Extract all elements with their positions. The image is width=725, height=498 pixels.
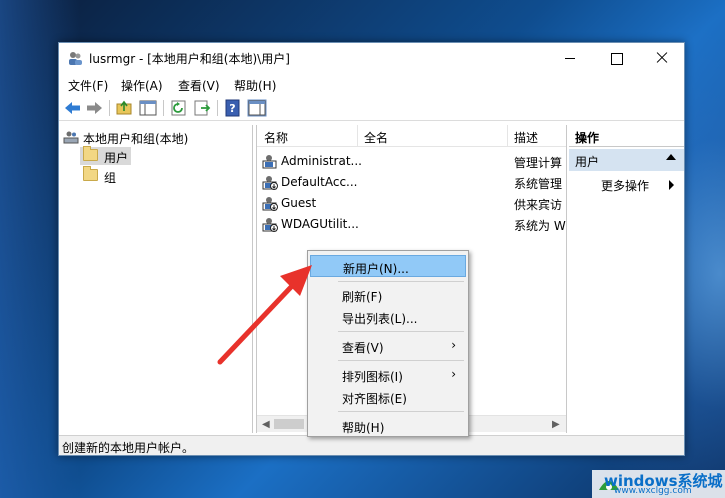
actions-section-label: 用户 bbox=[575, 155, 600, 169]
ctx-arrange-icons[interactable]: 排列图标(I) › bbox=[310, 364, 466, 386]
ctx-item-label: 新用户(N)... bbox=[343, 262, 409, 276]
submenu-arrow-icon bbox=[669, 180, 674, 190]
user-disabled-icon bbox=[262, 218, 278, 232]
user-description: 管理计算 bbox=[514, 156, 563, 170]
tree-root-label: 本地用户和组(本地) bbox=[83, 132, 189, 146]
user-description: 供来宾访 bbox=[514, 198, 563, 212]
tree-pane: 本地用户和组(本地) 用户 组 bbox=[60, 125, 253, 433]
actions-section-users[interactable]: 用户 bbox=[569, 149, 684, 171]
export-list-icon[interactable] bbox=[192, 99, 212, 117]
column-name[interactable]: 名称 bbox=[264, 129, 288, 146]
ctx-separator bbox=[338, 331, 464, 332]
ctx-view[interactable]: 查看(V) › bbox=[310, 335, 466, 357]
ctx-separator bbox=[338, 281, 464, 282]
ctx-item-label: 帮助(H) bbox=[342, 421, 385, 435]
ctx-line-up-icons[interactable]: 对齐图标(E) bbox=[310, 386, 466, 408]
close-button[interactable] bbox=[639, 43, 685, 73]
submenu-chevron-icon: › bbox=[451, 338, 456, 352]
column-fullname[interactable]: 全名 bbox=[364, 129, 388, 146]
column-divider[interactable] bbox=[507, 125, 508, 147]
show-action-pane-icon[interactable] bbox=[247, 99, 267, 117]
more-actions-label: 更多操作 bbox=[601, 179, 650, 193]
user-name: Administrat... bbox=[281, 154, 362, 168]
submenu-chevron-icon: › bbox=[451, 367, 456, 381]
user-row[interactable]: Administrat... 管理计算 bbox=[257, 151, 566, 171]
tree-item-groups[interactable]: 组 bbox=[80, 166, 131, 185]
user-description: 系统管理 bbox=[514, 177, 563, 191]
user-name: DefaultAcc... bbox=[281, 175, 358, 189]
svg-text:?: ? bbox=[229, 102, 235, 115]
scrollbar-thumb[interactable] bbox=[274, 419, 304, 429]
menu-view[interactable]: 查看(V) bbox=[178, 77, 220, 94]
list-header: 名称 全名 描述 bbox=[257, 125, 566, 147]
watermark-url: www.wxclgg.com bbox=[614, 486, 692, 496]
help-icon[interactable]: ? bbox=[223, 99, 243, 117]
toolbar-separator bbox=[163, 100, 164, 116]
ctx-item-label: 对齐图标(E) bbox=[342, 392, 407, 406]
ctx-item-label: 刷新(F) bbox=[342, 290, 383, 304]
ctx-item-label: 查看(V) bbox=[342, 341, 384, 355]
ctx-new-user[interactable]: 新用户(N)... bbox=[310, 255, 466, 277]
ctx-export-list[interactable]: 导出列表(L)... bbox=[310, 306, 466, 328]
user-icon bbox=[262, 155, 277, 169]
column-description[interactable]: 描述 bbox=[514, 129, 538, 146]
ctx-separator bbox=[338, 411, 464, 412]
maximize-button[interactable] bbox=[593, 43, 639, 73]
ctx-refresh[interactable]: 刷新(F) bbox=[310, 284, 466, 306]
up-folder-icon[interactable] bbox=[115, 99, 135, 117]
menu-action[interactable]: 操作(A) bbox=[121, 77, 163, 94]
scroll-left-icon[interactable]: ◀ bbox=[262, 419, 270, 430]
column-divider[interactable] bbox=[357, 125, 358, 147]
context-menu: 新用户(N)... 刷新(F) 导出列表(L)... 查看(V) › 排列图标(… bbox=[307, 250, 469, 437]
user-disabled-icon bbox=[262, 197, 278, 211]
menu-file[interactable]: 文件(F) bbox=[68, 77, 108, 94]
tree-item-users[interactable]: 用户 bbox=[80, 146, 131, 165]
status-bar: 创建新的本地用户帐户。 bbox=[59, 435, 684, 455]
collapse-triangle-icon[interactable] bbox=[666, 154, 676, 160]
toolbar-separator bbox=[217, 100, 218, 116]
more-actions-item[interactable]: 更多操作 bbox=[569, 175, 684, 195]
folder-icon bbox=[83, 166, 98, 181]
actions-title-label: 操作 bbox=[575, 131, 600, 145]
tree-root[interactable]: 本地用户和组(本地) bbox=[63, 128, 249, 146]
toolbar-separator bbox=[109, 100, 110, 116]
window-title: lusrmgr - [本地用户和组(本地)\用户] bbox=[89, 52, 290, 66]
menu-bar: 文件(F) 操作(A) 查看(V) 帮助(H) bbox=[59, 74, 684, 94]
ctx-item-label: 排列图标(I) bbox=[342, 370, 403, 384]
users-app-icon bbox=[69, 52, 82, 65]
ctx-item-label: 导出列表(L)... bbox=[342, 312, 418, 326]
scroll-right-icon[interactable]: ▶ bbox=[552, 419, 560, 430]
user-row[interactable]: Guest 供来宾访 bbox=[257, 193, 566, 213]
actions-title: 操作 bbox=[569, 125, 684, 147]
title-bar[interactable]: lusrmgr - [本地用户和组(本地)\用户] bbox=[59, 43, 684, 73]
user-disabled-icon bbox=[262, 176, 278, 190]
toolbar: ? bbox=[59, 95, 684, 121]
folder-icon bbox=[83, 146, 98, 161]
menu-help[interactable]: 帮助(H) bbox=[234, 77, 276, 94]
tree-item-label: 用户 bbox=[104, 151, 129, 165]
user-description: 系统为 W bbox=[514, 219, 566, 233]
user-row[interactable]: WDAGUtilit... 系统为 W bbox=[257, 214, 566, 234]
user-name: Guest bbox=[281, 196, 317, 210]
minimize-button[interactable] bbox=[547, 43, 593, 73]
user-row[interactable]: DefaultAcc... 系统管理 bbox=[257, 172, 566, 192]
ctx-help[interactable]: 帮助(H) bbox=[310, 415, 466, 437]
local-users-groups-icon bbox=[63, 131, 79, 144]
refresh-icon[interactable] bbox=[169, 99, 189, 117]
status-text: 创建新的本地用户帐户。 bbox=[62, 441, 195, 455]
tree-item-label: 组 bbox=[104, 171, 117, 185]
user-name: WDAGUtilit... bbox=[281, 217, 359, 231]
forward-arrow-icon[interactable] bbox=[84, 99, 104, 117]
show-tree-icon[interactable] bbox=[138, 99, 158, 117]
back-arrow-icon[interactable] bbox=[63, 99, 83, 117]
ctx-separator bbox=[338, 360, 464, 361]
actions-pane: 操作 用户 更多操作 bbox=[569, 125, 684, 433]
